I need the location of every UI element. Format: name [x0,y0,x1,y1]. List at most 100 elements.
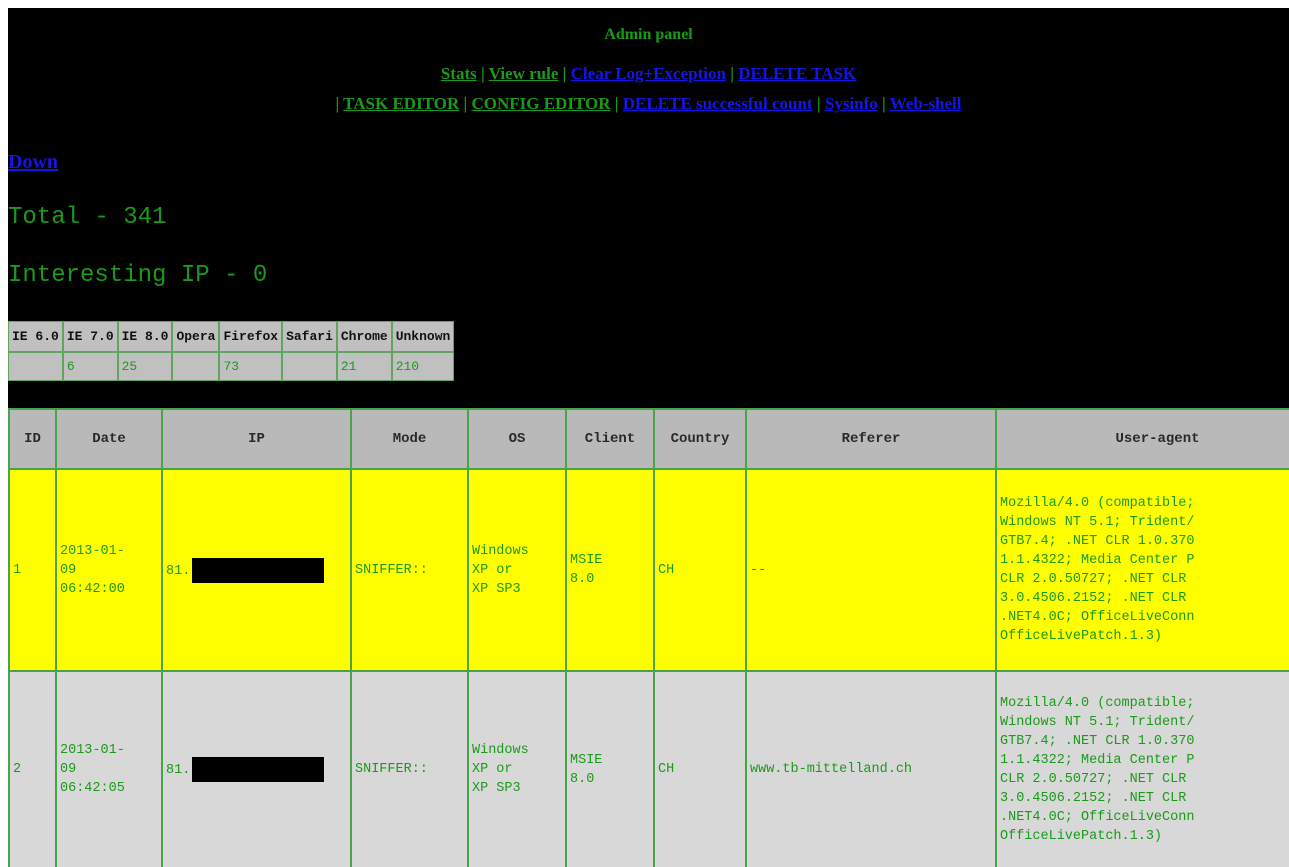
log-header-row: ID Date IP Mode OS Client Country Refere… [8,408,1289,470]
browser-header-cell: Safari [282,321,337,352]
browser-stats-value-row: 6 25 73 21 210 [8,352,455,381]
browser-header-cell: Chrome [336,321,392,352]
nav-separator: | [816,94,825,113]
browser-stats-table: IE 6.0 IE 7.0 IE 8.0 Opera Firefox Safar… [8,321,455,381]
page-title: Admin panel [604,26,693,43]
admin-panel: Admin panel Stats | View rule | Clear Lo… [8,8,1289,867]
table-row: 2 2013-01- 09 06:42:05 81. SNIFFER:: Win… [8,670,1289,867]
client-line: 8.0 [570,572,595,587]
user-agent-line: GTB7.4; .NET CLR 1.0.370 [1000,733,1195,749]
cell-mode: SNIFFER:: [350,468,469,672]
user-agent-line: 3.0.4506.2152; .NET CLR [1000,591,1187,606]
column-header-client: Client [565,408,655,470]
user-agent-line: .NET4.0C; OfficeLiveConn [1000,809,1195,825]
user-agent-line: Mozilla/4.0 (compatible; [1000,496,1195,511]
browser-value-cell [8,352,63,381]
column-header-id: ID [8,408,57,470]
cell-user-agent: Mozilla/4.0 (compatible; Windows NT 5.1;… [995,670,1289,867]
cell-os: Windows XP or XP SP3 [467,670,567,867]
cell-mode: SNIFFER:: [350,670,469,867]
nav-view-rule-link[interactable]: View rule [489,64,559,83]
user-agent-line: CLR 2.0.50727; .NET CLR [1000,572,1187,587]
nav-task-editor-link[interactable]: TASK EDITOR [343,94,459,113]
date-line: 2013-01- [60,543,125,559]
screen: Admin panel Stats | View rule | Clear Lo… [0,0,1289,867]
browser-value-cell [282,352,337,381]
column-header-user-agent: User-agent [995,408,1289,470]
client-line: 8.0 [570,771,595,787]
table-row: 1 2013-01- 09 06:42:00 81. SNIFFER:: Win… [8,468,1289,672]
column-header-country: Country [653,408,747,470]
browser-value-cell: 6 [62,352,118,381]
ip-redaction-bar [192,557,325,583]
cell-id: 2 [8,670,57,867]
browser-header-cell: Opera [172,321,220,352]
browser-header-cell: Unknown [391,321,455,352]
cell-referer: -- [745,468,997,672]
date-line: 06:42:00 [60,581,125,597]
os-line: XP SP3 [472,781,521,796]
nav-config-editor-link[interactable]: CONFIG EDITOR [471,94,610,113]
user-agent-line: 3.0.4506.2152; .NET CLR [1000,790,1187,806]
os-line: Windows [472,543,529,559]
column-header-date: Date [55,408,163,470]
ip-prefix: 81. [166,563,191,579]
nav-separator: | [882,94,890,113]
user-agent-line: 1.1.4322; Media Center P [1000,553,1195,568]
nav-delete-task-link[interactable]: DELETE TASK [738,64,856,83]
os-line: XP or [472,762,513,777]
date-line: 2013-01- [60,743,125,758]
date-line: 09 [60,562,77,578]
ip-redaction-bar [192,757,325,782]
nav-row-1: Stats | View rule | Clear Log+Exception … [8,64,1289,84]
nav-separator: | [481,64,489,83]
interesting-ip-count: Interesting IP - 0 [8,262,268,289]
cell-os: Windows XP or XP SP3 [467,468,567,672]
down-link[interactable]: Down [8,151,58,174]
browser-header-cell: IE 8.0 [117,321,173,352]
browser-value-cell: 25 [117,352,173,381]
nav-separator: | [614,94,623,113]
os-line: XP SP3 [472,581,521,597]
column-header-ip: IP [161,408,352,470]
client-line: MSIE [570,752,603,768]
browser-header-cell: Firefox [219,321,283,352]
browser-value-cell: 210 [391,352,455,381]
browser-value-cell [172,352,220,381]
cell-country: CH [653,468,747,672]
nav-separator: | [730,64,739,83]
cell-client: MSIE 8.0 [565,468,655,672]
nav-stats-link[interactable]: Stats [441,64,477,83]
nav-web-shell-link[interactable]: Web-shell [890,94,962,113]
cell-ip: 81. [161,468,352,672]
visitor-log-table: ID Date IP Mode OS Client Country Refere… [8,408,1289,867]
nav-delete-successful-count-link[interactable]: DELETE successful count [623,94,813,113]
os-line: Windows [472,743,529,758]
browser-header-cell: IE 7.0 [62,321,118,352]
user-agent-line: OfficeLivePatch.1.3) [1000,828,1163,844]
total-count: Total - 341 [8,204,167,231]
cell-country: CH [653,670,747,867]
nav-separator: | [562,64,571,83]
nav-row-2: | TASK EDITOR | CONFIG EDITOR | DELETE s… [8,94,1289,114]
nav-clear-log-link[interactable]: Clear Log+Exception [571,64,726,83]
cell-user-agent: Mozilla/4.0 (compatible; Windows NT 5.1;… [995,468,1289,672]
client-line: MSIE [570,553,603,568]
user-agent-line: OfficeLivePatch.1.3) [1000,629,1163,644]
nav-sysinfo-link[interactable]: Sysinfo [825,94,878,113]
cell-client: MSIE 8.0 [565,670,655,867]
column-header-mode: Mode [350,408,469,470]
cell-date: 2013-01- 09 06:42:00 [55,468,163,672]
os-line: XP or [472,562,513,578]
browser-value-cell: 21 [336,352,392,381]
user-agent-line: Windows NT 5.1; Trident/ [1000,714,1195,730]
browser-value-cell: 73 [219,352,283,381]
browser-header-cell: IE 6.0 [8,321,63,352]
cell-date: 2013-01- 09 06:42:05 [55,670,163,867]
user-agent-line: Windows NT 5.1; Trident/ [1000,515,1195,530]
user-agent-line: Mozilla/4.0 (compatible; [1000,695,1195,711]
date-line: 09 [60,762,77,777]
user-agent-line: .NET4.0C; OfficeLiveConn [1000,610,1195,625]
user-agent-line: 1.1.4322; Media Center P [1000,752,1195,768]
date-line: 06:42:05 [60,781,125,796]
